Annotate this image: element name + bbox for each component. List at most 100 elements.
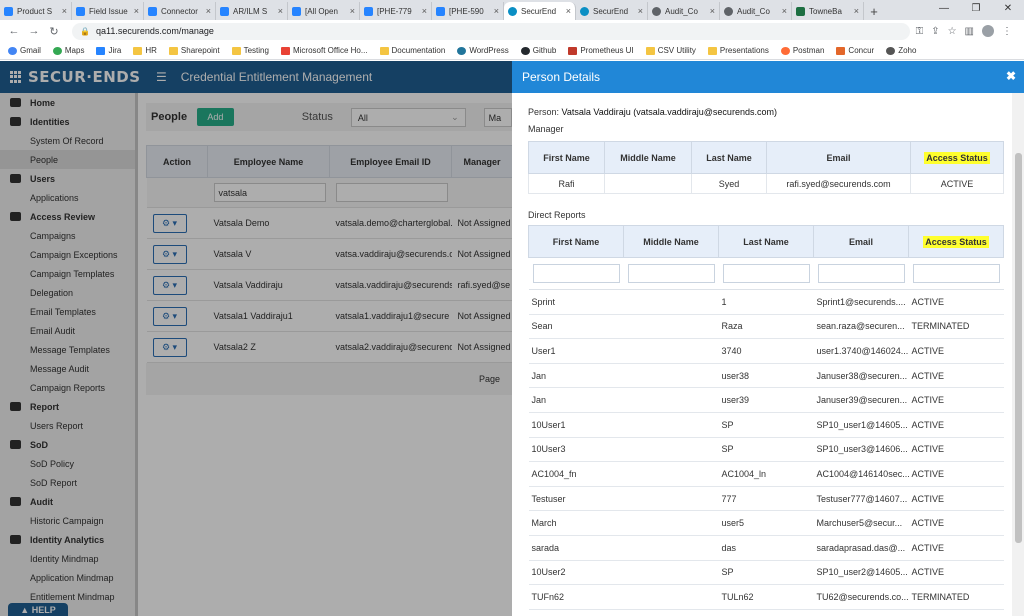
browser-tab[interactable]: TowneBa × [792,2,864,20]
bookmark-item[interactable]: Prometheus UI [568,46,634,55]
close-tab-icon[interactable]: × [278,6,283,16]
reports-column-header[interactable]: Access Status [908,225,1004,258]
bookmark-item[interactable]: HR [133,46,157,55]
reports-column-header[interactable]: Last Name [718,225,814,258]
close-tab-icon[interactable]: × [566,6,571,16]
direct-report-row: Testuser 777 Testuser777@14607... ACTIVE [528,486,1004,512]
report-last: 3740 [718,338,814,364]
bookmark-icon [780,46,790,55]
bookmark-label: Gmail [20,46,41,55]
globe-icon [652,6,661,16]
minimize-icon[interactable]: — [928,0,960,20]
bookmark-item[interactable]: Postman [780,46,824,55]
browser-tab[interactable]: [PHE-779 × [360,2,432,20]
reports-column-label: Email [848,236,873,247]
reports-column-header[interactable]: First Name [528,225,624,258]
reload-icon[interactable]: ↻ [46,25,62,38]
manager-section-title: Manager [528,124,564,134]
scrollbar[interactable] [1012,93,1024,616]
jira-icon [220,6,229,16]
reports-column-label: Middle Name [643,236,699,247]
browser-tab[interactable]: [All Open × [288,2,360,20]
report-first: User1 [528,338,624,364]
browser-tab[interactable]: Field Issue × [72,2,144,20]
close-tab-icon[interactable]: × [494,6,499,16]
bookmark-icon [168,46,178,55]
scrollbar-thumb[interactable] [1015,153,1022,543]
report-last: SP [718,560,814,586]
close-tab-icon[interactable]: × [638,6,643,16]
manager-column-label: Access Status [924,151,990,164]
bookmark-icon [133,46,143,55]
bookmark-item[interactable]: Github [520,46,556,55]
access-status-filter[interactable] [912,264,1000,283]
bookmark-label: Concur [848,46,875,55]
forward-icon[interactable]: → [26,25,42,37]
close-icon[interactable]: ✖ [1006,69,1016,83]
reports-column-header[interactable]: Email [813,225,909,258]
browser-tab[interactable]: SecurEnd × [576,2,648,20]
browser-tab[interactable]: AR/ILM S × [216,2,288,20]
browser-tab-title: [All Open [305,6,338,16]
close-tab-icon[interactable]: × [206,6,211,16]
bookmark-item[interactable]: Presentations [707,46,769,55]
bookmark-item[interactable]: Jira [96,46,121,55]
browser-tab[interactable]: SecurEnd × [504,2,576,20]
filter-cell-first [528,257,624,290]
middle-name-filter[interactable] [627,264,715,283]
direct-report-row: Sean Raza sean.raza@securen... TERMINATED [528,314,1004,340]
jira-icon [292,6,301,16]
first-name-filter[interactable] [532,264,620,283]
bookmark-item[interactable]: WordPress [457,46,509,55]
key-icon[interactable]: ⚿ [916,26,924,37]
close-tab-icon[interactable]: × [782,6,787,16]
last-name-filter[interactable] [722,264,810,283]
bookmark-item[interactable]: CSV Utility [645,46,696,55]
bookmark-item[interactable]: Testing [231,46,269,55]
close-tab-icon[interactable]: × [422,6,427,16]
bookmark-item[interactable]: Maps [52,46,84,55]
browser-tab[interactable]: Audit_Co × [720,2,792,20]
browser-tab[interactable]: Product S × [0,2,72,20]
browser-tab-title: Connector [161,6,198,16]
bookmark-item[interactable]: Microsoft Office Ho... [280,46,368,55]
url-input[interactable]: 🔒 qa11.securends.com/manage [72,22,910,40]
browser-tab[interactable]: Connector × [144,2,216,20]
back-icon[interactable]: ← [6,25,22,37]
bookmark-icon [457,46,467,55]
secur-icon [580,6,589,16]
report-middle [623,486,719,512]
close-tab-icon[interactable]: × [854,6,859,16]
close-tab-icon[interactable]: × [350,6,355,16]
jira-icon [76,6,85,16]
jira-icon [364,6,373,16]
browser-tab-title: SecurEnd [521,6,557,16]
browser-tab[interactable]: [PHE-590 × [432,2,504,20]
bookmark-item[interactable]: Gmail [8,46,41,55]
close-tab-icon[interactable]: × [134,6,139,16]
restore-icon[interactable]: ❐ [960,0,992,20]
manager-column-label: Last Name [706,152,752,163]
star-icon[interactable]: ☆ [948,26,957,37]
profile-avatar[interactable] [982,25,994,37]
sidepanel-icon[interactable]: ▥ [965,26,974,37]
report-status: ACTIVE [908,412,1004,438]
share-icon[interactable]: ⇪ [931,26,939,37]
modal-backdrop[interactable] [0,61,512,616]
email-filter[interactable] [817,264,905,283]
bookmark-item[interactable]: Concur [836,46,874,55]
report-status: ACTIVE [908,338,1004,364]
bookmark-item[interactable]: Sharepoint [168,46,220,55]
close-window-icon[interactable]: ✕ [992,0,1024,20]
bookmark-item[interactable]: Documentation [379,46,445,55]
close-tab-icon[interactable]: × [710,6,715,16]
browser-tab[interactable]: Audit_Co × [648,2,720,20]
bookmark-item[interactable]: Zoho [886,46,916,55]
report-status: ACTIVE [908,510,1004,536]
close-tab-icon[interactable]: × [62,6,67,16]
reports-column-header[interactable]: Middle Name [623,225,719,258]
reports-column-label: First Name [552,236,600,247]
report-middle [623,510,719,536]
kebab-menu-icon[interactable]: ⋮ [1002,26,1012,37]
new-tab-button[interactable]: + [864,2,884,20]
